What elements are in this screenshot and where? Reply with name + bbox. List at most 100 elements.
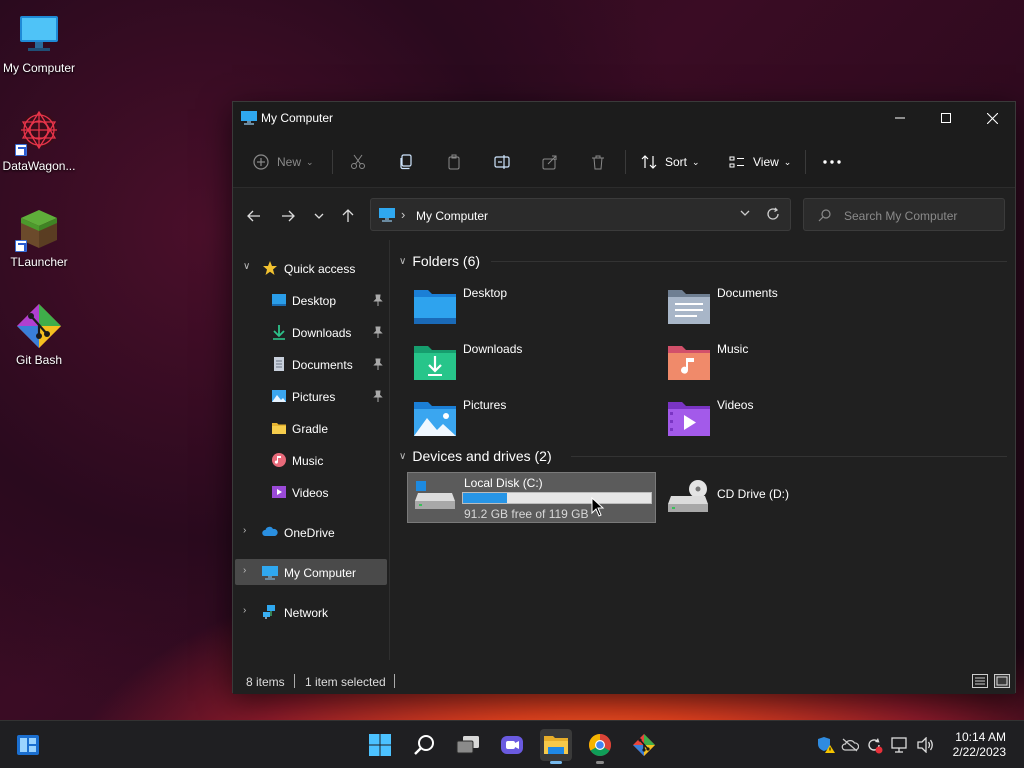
nav-item-documents[interactable]: Documents xyxy=(235,351,387,377)
up-button[interactable] xyxy=(337,205,359,227)
git-bash-taskbar-button[interactable] xyxy=(628,729,660,761)
network-tray-button[interactable] xyxy=(891,736,909,754)
chevron-down-icon xyxy=(740,210,750,216)
drive-usage-bar xyxy=(462,492,652,504)
chevron-down-icon[interactable]: ∨ xyxy=(399,451,406,462)
folder-tile-downloads[interactable]: Downloads xyxy=(407,340,647,390)
network-monitor-icon xyxy=(891,737,907,753)
chat-button[interactable] xyxy=(496,729,528,761)
more-options-button[interactable] xyxy=(823,148,841,176)
address-dropdown-button[interactable] xyxy=(740,207,750,221)
clock[interactable]: 10:14 AM 2/22/2023 xyxy=(953,730,1006,760)
task-view-button[interactable] xyxy=(452,729,484,761)
task-view-icon xyxy=(456,736,479,754)
share-button[interactable] xyxy=(542,148,558,176)
nav-item-music[interactable]: Music xyxy=(235,447,387,473)
address-row: › My Computer Search My Computer xyxy=(233,188,1015,240)
new-label: New xyxy=(277,155,302,169)
folders-section-header[interactable]: ∨ Folders (6) xyxy=(399,253,480,269)
sort-button[interactable]: Sort ⌄ xyxy=(641,148,700,176)
sync-tray-button[interactable] xyxy=(865,736,883,754)
nav-item-label: Network xyxy=(284,606,329,620)
drive-tile-d[interactable]: CD Drive (D:) xyxy=(661,472,910,523)
folder-tile-videos[interactable]: Videos xyxy=(661,396,901,446)
clock-time: 10:14 AM xyxy=(955,730,1006,744)
maximize-icon xyxy=(941,113,951,123)
folder-tile-documents[interactable]: Documents xyxy=(661,284,901,334)
desktop-icon-tlauncher[interactable]: TLauncher xyxy=(0,196,78,278)
nav-item-pictures[interactable]: Pictures xyxy=(235,383,387,409)
monitor-icon xyxy=(15,10,63,58)
forward-button[interactable] xyxy=(277,205,299,227)
chevron-down-icon[interactable]: ∨ xyxy=(243,261,250,272)
chevron-right-icon[interactable]: › xyxy=(243,605,246,616)
folders-header-label: Folders (6) xyxy=(412,253,481,269)
search-icon xyxy=(818,209,831,225)
desktop-icon-my-computer[interactable]: My Computer xyxy=(0,2,78,84)
desktop-icon-git-bash[interactable]: Git Bash xyxy=(0,294,78,376)
nav-item-videos[interactable]: Videos xyxy=(235,479,387,505)
shortcut-arrow-icon xyxy=(15,144,27,156)
nav-quick-access[interactable]: ∨ Quick access xyxy=(235,255,387,281)
cut-button[interactable] xyxy=(350,148,366,176)
details-view-button[interactable] xyxy=(972,674,988,688)
title-bar[interactable]: My Computer xyxy=(233,102,1015,134)
chevron-down-icon[interactable]: ∨ xyxy=(399,256,406,267)
tiles-view-button[interactable] xyxy=(994,674,1010,688)
videos-folder-icon xyxy=(667,398,711,438)
folder-tile-pictures[interactable]: Pictures xyxy=(407,396,647,446)
chevron-right-icon[interactable]: › xyxy=(401,207,405,222)
nav-item-this-pc[interactable]: › My Computer xyxy=(235,559,387,585)
close-button[interactable] xyxy=(969,102,1015,134)
nav-item-gradle[interactable]: Gradle xyxy=(235,415,387,441)
chevron-right-icon[interactable]: › xyxy=(243,565,246,576)
widgets-button[interactable] xyxy=(12,729,44,761)
nav-network[interactable]: › Network xyxy=(235,599,387,625)
chevron-down-icon: ⌄ xyxy=(692,156,700,167)
view-button[interactable]: View ⌄ xyxy=(729,148,791,176)
drive-free-space: 91.2 GB free of 119 GB xyxy=(464,507,589,521)
copy-button[interactable] xyxy=(398,148,414,176)
new-button[interactable]: New ⌄ xyxy=(253,148,314,176)
refresh-button[interactable] xyxy=(766,207,780,224)
video-icon xyxy=(271,484,287,500)
address-bar[interactable]: › My Computer xyxy=(370,198,791,231)
rename-button[interactable] xyxy=(494,148,510,176)
monitor-icon xyxy=(379,208,395,222)
git-bash-icon xyxy=(633,734,655,756)
chrome-taskbar-button[interactable] xyxy=(584,729,616,764)
music-folder-icon xyxy=(667,342,711,382)
file-explorer-taskbar-button[interactable] xyxy=(540,729,572,764)
paste-button[interactable] xyxy=(446,148,462,176)
desktop-icon-datawagon[interactable]: DataWagon... xyxy=(0,100,78,182)
address-path[interactable]: My Computer xyxy=(416,209,488,223)
search-box[interactable]: Search My Computer xyxy=(803,198,1005,231)
delete-button[interactable] xyxy=(590,148,606,176)
maximize-button[interactable] xyxy=(923,102,969,134)
security-tray-button[interactable] xyxy=(817,736,835,754)
back-button[interactable] xyxy=(243,205,265,227)
refresh-icon xyxy=(767,207,779,220)
drives-section-header[interactable]: ∨ Devices and drives (2) xyxy=(399,448,552,464)
search-button[interactable] xyxy=(408,729,440,761)
selection-count: 1 item selected xyxy=(305,675,386,689)
nav-item-downloads[interactable]: Downloads xyxy=(235,319,387,345)
monitor-icon xyxy=(241,111,257,125)
shortcut-arrow-icon xyxy=(15,240,27,252)
nav-item-desktop[interactable]: Desktop xyxy=(235,287,387,313)
navigation-pane: ∨ Quick access Desktop Downloads Documen… xyxy=(233,240,390,660)
drive-tile-c[interactable]: Local Disk (C:) 91.2 GB free of 119 GB xyxy=(407,472,656,523)
onedrive-tray-button[interactable] xyxy=(841,736,859,754)
arrow-left-icon xyxy=(247,210,260,222)
details-view-icon xyxy=(975,677,985,685)
minimize-button[interactable] xyxy=(877,102,923,134)
nav-item-label: Desktop xyxy=(292,294,337,308)
folder-tile-desktop[interactable]: Desktop xyxy=(407,284,647,334)
chevron-right-icon[interactable]: › xyxy=(243,525,246,536)
folder-tile-music[interactable]: Music xyxy=(661,340,901,390)
recent-locations-button[interactable] xyxy=(308,205,330,227)
cloud-icon xyxy=(262,524,278,540)
start-button[interactable] xyxy=(364,729,396,761)
nav-onedrive[interactable]: › OneDrive xyxy=(235,519,387,545)
volume-tray-button[interactable] xyxy=(917,736,935,754)
